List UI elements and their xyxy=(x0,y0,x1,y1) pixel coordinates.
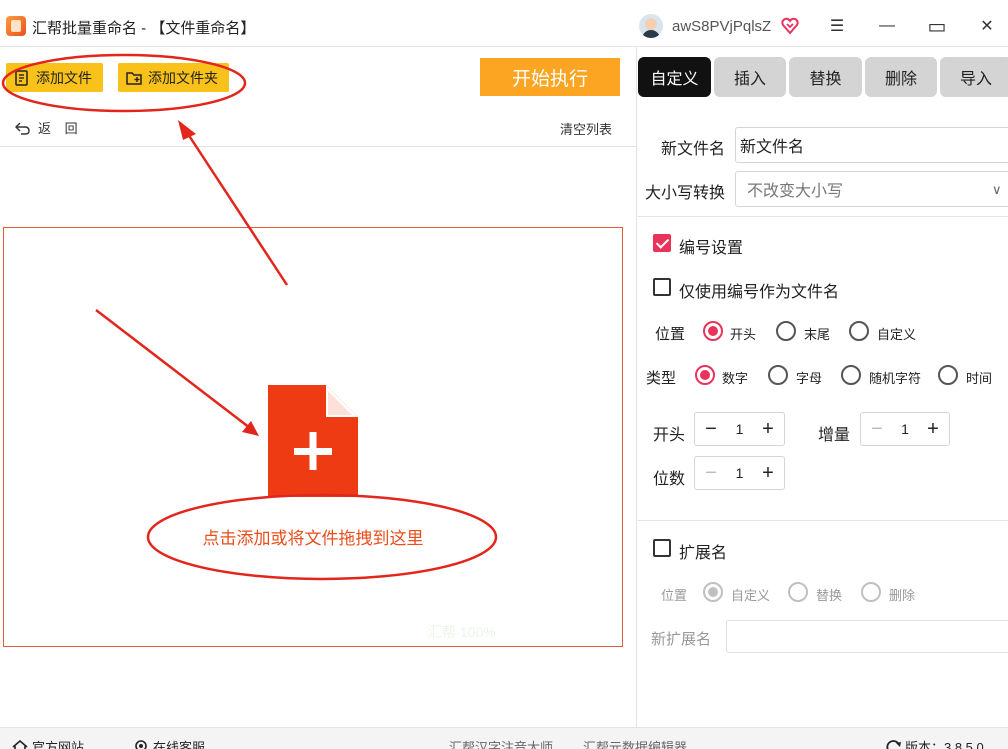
online-support-label: 在线客服 xyxy=(153,740,206,749)
ext-position-label: 位置 xyxy=(661,588,688,603)
digits-increment-button[interactable]: + xyxy=(755,457,781,489)
section-divider xyxy=(638,216,1008,217)
increment-decrement-button[interactable]: − xyxy=(864,413,890,445)
close-button[interactable]: ✕ xyxy=(975,14,999,38)
version-info: 版本：3.8.5.0 xyxy=(886,737,984,749)
type-option-letter: 字母 xyxy=(796,371,823,386)
add-file-label: 添加文件 xyxy=(36,69,92,86)
product-link-metadata[interactable]: 汇帮元数据编辑器 xyxy=(583,737,687,749)
status-bar: 官方网站 在线客服 汇帮汉字注音大师 汇帮元数据编辑器 版本：3.8.5.0 xyxy=(0,727,1008,749)
start-increment-button[interactable]: + xyxy=(755,413,781,445)
case-convert-select[interactable]: 不改变大小写 xyxy=(735,171,1008,207)
extension-checkbox[interactable] xyxy=(653,539,671,557)
tab-custom[interactable]: 自定义 xyxy=(638,57,711,97)
type-option-random: 随机字符 xyxy=(869,371,922,386)
start-number-value[interactable]: 1 xyxy=(725,413,754,445)
increment-value[interactable]: 1 xyxy=(891,413,919,445)
tab-delete[interactable]: 删除 xyxy=(865,57,937,97)
back-arrow-icon xyxy=(15,122,30,135)
ext-position-option-replace: 替换 xyxy=(816,588,843,603)
refresh-icon xyxy=(886,739,901,749)
support-headset-icon xyxy=(135,739,147,749)
type-radio-random[interactable] xyxy=(841,365,861,385)
type-radio-time[interactable] xyxy=(938,365,958,385)
ext-position-radio-delete[interactable] xyxy=(861,582,881,602)
numbering-label: 编号设置 xyxy=(679,240,744,257)
app-logo-icon xyxy=(6,16,26,36)
case-convert-label: 大小写转换 xyxy=(645,185,726,202)
username[interactable]: awS8PVjPqlsZ xyxy=(672,18,771,35)
position-radio-start[interactable] xyxy=(703,321,723,341)
maximize-button[interactable]: ▭ xyxy=(925,14,949,38)
position-option-start: 开头 xyxy=(730,327,757,342)
menu-icon[interactable]: ☰ xyxy=(825,14,849,38)
title-bar: 汇帮批量重命名 - 【文件重命名】 awS8PVjPqlsZ ☰ — ▭ ✕ xyxy=(0,0,1008,47)
increment-label: 增量 xyxy=(818,427,851,444)
add-file-button[interactable]: 添加文件 xyxy=(6,63,103,92)
type-radio-number[interactable] xyxy=(695,365,715,385)
official-website-label: 官方网站 xyxy=(32,740,85,749)
panel-splitter[interactable] xyxy=(636,47,637,727)
online-support-link[interactable]: 在线客服 xyxy=(133,737,205,749)
digits-label: 位数 xyxy=(653,471,686,488)
numbering-checkbox[interactable] xyxy=(653,234,671,252)
add-folder-icon xyxy=(126,71,142,85)
digits-decrement-button[interactable]: − xyxy=(698,457,724,489)
drop-hint-text: 点击添加或将文件拖拽到这里 xyxy=(202,529,424,548)
product-link-pinyin[interactable]: 汇帮汉字注音大师 xyxy=(449,737,553,749)
ext-position-option-custom: 自定义 xyxy=(731,588,771,603)
faint-watermark: 汇帮 100% xyxy=(428,624,496,640)
type-option-time: 时间 xyxy=(966,371,993,386)
type-label: 类型 xyxy=(646,370,677,387)
new-name-input[interactable]: 新文件名 xyxy=(735,127,1008,163)
digits-value[interactable]: 1 xyxy=(725,457,754,489)
ext-position-radio-replace[interactable] xyxy=(788,582,808,602)
minimize-button[interactable]: — xyxy=(875,14,899,38)
add-folder-label: 添加文件夹 xyxy=(148,69,218,86)
add-folder-button[interactable]: 添加文件夹 xyxy=(118,63,229,92)
only-number-checkbox[interactable] xyxy=(653,278,671,296)
vip-heart-icon[interactable] xyxy=(781,17,799,35)
type-option-number: 数字 xyxy=(722,371,749,386)
chevron-down-icon[interactable]: ∨ xyxy=(992,182,1002,198)
user-avatar[interactable] xyxy=(639,14,663,38)
ext-position-radio-custom[interactable] xyxy=(703,582,723,602)
start-decrement-button[interactable]: − xyxy=(698,413,724,445)
start-number-stepper[interactable]: − 1 + xyxy=(694,412,785,446)
version-label: 版本：3.8.5.0 xyxy=(905,740,984,749)
clear-list-button[interactable]: 清空列表 xyxy=(560,119,612,138)
add-file-large-icon[interactable] xyxy=(268,385,358,497)
section-divider xyxy=(638,520,1008,521)
digits-stepper[interactable]: − 1 + xyxy=(694,456,785,490)
back-button[interactable]: 返 回 xyxy=(15,118,78,137)
position-radio-custom[interactable] xyxy=(849,321,869,341)
back-label: 返 回 xyxy=(38,121,78,136)
extension-label: 扩展名 xyxy=(679,545,728,562)
position-radio-end[interactable] xyxy=(776,321,796,341)
list-header-divider xyxy=(0,146,636,147)
ext-position-option-delete: 删除 xyxy=(889,588,916,603)
official-website-link[interactable]: 官方网站 xyxy=(12,737,84,749)
start-execute-button[interactable]: 开始执行 xyxy=(480,58,620,96)
tab-import[interactable]: 导入 xyxy=(940,57,1008,97)
window-title: 汇帮批量重命名 - 【文件重命名】 xyxy=(32,20,256,37)
add-file-icon xyxy=(15,69,28,86)
new-name-label: 新文件名 xyxy=(661,141,726,158)
tab-replace[interactable]: 替换 xyxy=(789,57,862,97)
start-number-label: 开头 xyxy=(653,427,686,444)
increment-stepper[interactable]: − 1 + xyxy=(860,412,950,446)
new-extension-input[interactable] xyxy=(726,620,1008,653)
only-number-label: 仅使用编号作为文件名 xyxy=(679,284,840,301)
position-option-end: 末尾 xyxy=(804,327,831,342)
tab-insert[interactable]: 插入 xyxy=(714,57,786,97)
position-option-custom: 自定义 xyxy=(877,327,917,342)
type-radio-letter[interactable] xyxy=(768,365,788,385)
position-label: 位置 xyxy=(655,326,686,343)
increment-increment-button[interactable]: + xyxy=(920,413,946,445)
annotation-arrow-up-head xyxy=(178,120,196,140)
new-extension-label: 新扩展名 xyxy=(651,631,712,648)
home-icon xyxy=(12,739,28,749)
